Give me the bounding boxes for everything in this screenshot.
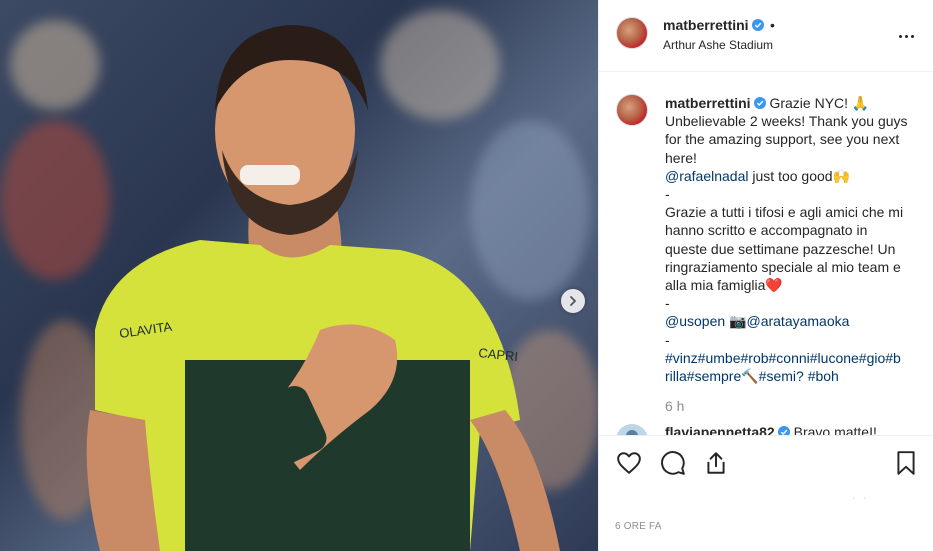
camera-emoji: 📷 — [729, 313, 747, 330]
heart-icon — [617, 452, 641, 474]
caption-line: hanno scritto e accompagnato in — [665, 222, 868, 239]
caption-line: for the amazing support, see you next — [665, 131, 900, 148]
caption-avatar[interactable] — [616, 94, 648, 126]
caption-line-mentions: @usopen 📷@aratayamaoka — [665, 312, 920, 330]
caption-line: - — [665, 295, 670, 312]
more-dot-icon — [910, 34, 914, 38]
caption-line: alla mia famiglia❤️ — [665, 277, 783, 294]
share-button[interactable] — [703, 450, 729, 476]
caption-line: - — [665, 331, 670, 348]
verified-badge-icon — [777, 426, 790, 435]
header-username[interactable]: matberrettini — [663, 17, 749, 33]
caption-line-mention: @rafaelnadal just too good🙌 — [665, 167, 920, 185]
more-dot-icon — [904, 34, 908, 38]
verified-badge-icon — [751, 19, 764, 31]
caption-line: ringraziamento speciale al mio team e — [665, 258, 901, 275]
caption-line: here! — [665, 149, 697, 166]
hashtags-line[interactable]: #vinz#umbe#rob#conni#lucone#gio#b — [665, 349, 920, 367]
location-link[interactable]: Arthur Ashe Stadium — [663, 38, 773, 52]
more-dot-icon — [898, 34, 902, 38]
post-header: matberrettini • Arthur Ashe Stadium — [599, 0, 933, 72]
verified-badge-icon — [753, 97, 766, 109]
mention-rafaelnadal[interactable]: @rafaelnadal — [665, 168, 749, 184]
comment-icon — [661, 451, 685, 475]
comment-avatar[interactable] — [616, 424, 648, 435]
post-timestamp[interactable]: 6 ORE FA — [615, 521, 662, 532]
comment-preview: flaviapennetta82 Bravo matteI! — [665, 424, 877, 435]
caption-text: Grazie NYC! 🙏 — [769, 95, 870, 111]
caption: matberrettini Grazie NYC! 🙏 Unbelievable… — [665, 94, 920, 385]
post-photo[interactable]: OLAVITA CAPRI — [0, 0, 598, 551]
caption-username[interactable]: matberrettini — [665, 95, 751, 111]
comment-button[interactable] — [660, 450, 686, 476]
hashtags-line[interactable]: rilla#sempre🔨#semi? #boh — [665, 367, 920, 385]
bookmark-icon — [897, 451, 915, 475]
player-illustration: OLAVITA CAPRI — [86, 25, 560, 551]
comment-text: Bravo matteI! — [793, 424, 877, 435]
header-separator: • — [770, 17, 775, 33]
caption-line: Unbelievable 2 weeks! Thank you guys — [665, 113, 908, 130]
action-bar — [599, 435, 933, 489]
save-button[interactable] — [893, 450, 919, 476]
caption-relative-time: 6 h — [665, 398, 685, 414]
caption-line-0: matberrettini Grazie NYC! 🙏 — [665, 94, 920, 112]
caption-line: - — [665, 186, 670, 203]
more-options-button[interactable] — [894, 24, 918, 48]
avatar[interactable] — [616, 17, 648, 49]
comment-username[interactable]: flaviapennetta82 — [665, 424, 775, 435]
chevron-right-icon — [570, 296, 576, 306]
likes-placeholder: ˙ ˙ — [852, 495, 870, 509]
share-icon — [707, 452, 725, 474]
next-photo-button[interactable] — [561, 289, 585, 313]
comments-section: matberrettini Grazie NYC! 🙏 Unbelievable… — [599, 72, 933, 435]
post-sidebar: matberrettini • Arthur Ashe Stadium matb… — [598, 0, 933, 551]
caption-line: queste due settimane pazzesche! Un — [665, 240, 896, 257]
caption-text: just too good🙌 — [752, 167, 850, 184]
caption-line: Grazie a tutti i tifosi e agli amici che… — [665, 204, 904, 221]
mention-usopen[interactable]: @usopen — [665, 313, 725, 329]
mention-aratayamaoka[interactable]: @aratayamaoka — [746, 313, 849, 329]
like-button[interactable] — [616, 450, 642, 476]
